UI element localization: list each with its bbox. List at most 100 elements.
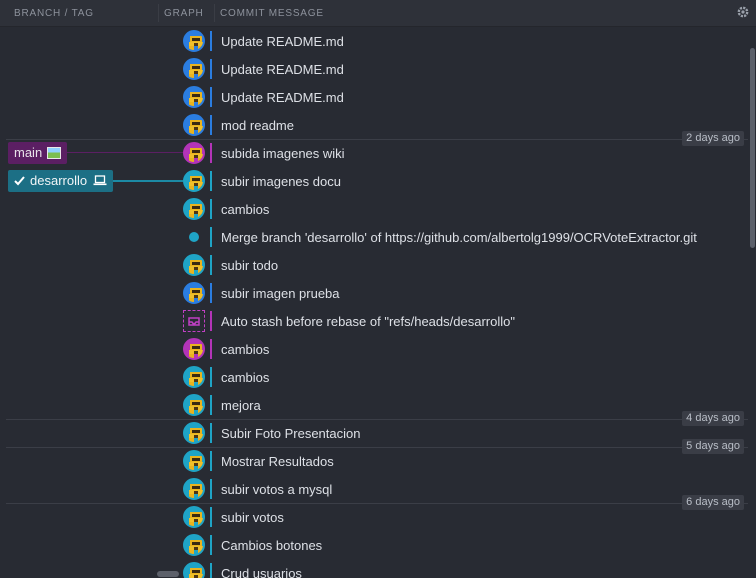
author-avatar[interactable]: [183, 422, 205, 444]
lane-bar: [210, 311, 212, 331]
date-separator: [6, 503, 748, 504]
commit-message: subir imagenes docu: [221, 174, 341, 189]
commit-row[interactable]: mejora: [0, 391, 748, 419]
date-separator: [6, 447, 748, 448]
author-avatar[interactable]: [183, 282, 205, 304]
commit-message: subir todo: [221, 258, 279, 273]
desarrollo-branch-connector: [112, 180, 183, 182]
author-avatar[interactable]: [183, 450, 205, 472]
commit-row[interactable]: subir imagen prueba: [0, 279, 748, 307]
inbox-icon: [188, 317, 200, 326]
main-branch-connector: [66, 152, 183, 153]
commit-row[interactable]: cambios: [0, 335, 748, 363]
branch-name: desarrollo: [30, 173, 88, 188]
vertical-scrollbar[interactable]: [750, 48, 755, 248]
commit-message: Update README.md: [221, 34, 344, 49]
date-label: 5 days ago: [682, 439, 744, 454]
commit-row[interactable]: 4 days ago Subir Foto Presentacion: [0, 411, 748, 447]
column-divider[interactable]: [214, 4, 215, 22]
commit-message: Auto stash before rebase of "refs/heads/…: [221, 314, 515, 329]
commit-row[interactable]: 6 days ago subir votos: [0, 495, 748, 531]
image-icon: [47, 147, 62, 159]
author-avatar[interactable]: [183, 506, 205, 528]
author-avatar[interactable]: [183, 86, 205, 108]
author-avatar[interactable]: [183, 58, 205, 80]
lane-bar: [210, 423, 212, 443]
commit-message: Crud usuarios: [221, 566, 302, 578]
author-avatar[interactable]: [183, 534, 205, 556]
lane-bar: [210, 339, 212, 359]
commit-row[interactable]: Update README.md: [0, 83, 748, 111]
lane-bar: [210, 535, 212, 555]
stash-node[interactable]: [183, 310, 205, 332]
commit-row[interactable]: 5 days ago Mostrar Resultados: [0, 439, 748, 475]
author-avatar[interactable]: [183, 478, 205, 500]
commit-row[interactable]: cambios: [0, 195, 748, 223]
lane-bar: [210, 283, 212, 303]
commit-message: subir votos a mysql: [221, 482, 333, 497]
commit-message: mod readme: [221, 118, 294, 133]
lane-bar: [210, 199, 212, 219]
commit-message: cambios: [221, 202, 270, 217]
author-avatar[interactable]: [183, 114, 205, 136]
author-avatar[interactable]: [183, 338, 205, 360]
commit-message-column-header[interactable]: COMMIT MESSAGE: [220, 8, 324, 19]
author-avatar[interactable]: [183, 394, 205, 416]
date-separator: [6, 419, 748, 420]
author-avatar[interactable]: [183, 254, 205, 276]
author-avatar[interactable]: [183, 30, 205, 52]
commit-message: Update README.md: [221, 90, 344, 105]
commit-row[interactable]: cambios: [0, 363, 748, 391]
commit-row[interactable]: Merge branch 'desarrollo' of https://git…: [0, 223, 748, 251]
column-header: BRANCH / TAG GRAPH COMMIT MESSAGE: [0, 0, 756, 27]
commit-message: Update README.md: [221, 62, 344, 77]
commit-message: cambios: [221, 370, 270, 385]
date-label: 2 days ago: [682, 131, 744, 146]
commit-message: mejora: [221, 398, 261, 413]
commit-message: subir imagen prueba: [221, 286, 340, 301]
check-icon: [14, 176, 25, 186]
gear-icon[interactable]: [736, 5, 750, 19]
lane-bar: [210, 479, 212, 499]
lane-bar: [210, 563, 212, 578]
laptop-icon: [93, 175, 107, 186]
lane-bar: [210, 367, 212, 387]
merge-node[interactable]: [189, 232, 199, 242]
lane-bar: [210, 115, 212, 135]
horizontal-scrollbar[interactable]: [157, 571, 179, 577]
commit-message: Cambios botones: [221, 538, 323, 553]
lane-bar: [210, 171, 212, 191]
commit-message: Merge branch 'desarrollo' of https://git…: [221, 230, 697, 245]
commit-list[interactable]: Update README.md Update README.md Update R…: [0, 27, 748, 578]
lane-bar: [210, 87, 212, 107]
lane-bar: [210, 59, 212, 79]
commit-row[interactable]: Auto stash before rebase of "refs/heads/…: [0, 307, 748, 335]
column-divider[interactable]: [158, 4, 159, 22]
commit-message: subida imagenes wiki: [221, 146, 345, 161]
branch-label-main[interactable]: main: [8, 142, 68, 164]
lane-bar: [210, 255, 212, 275]
commit-row[interactable]: Update README.md: [0, 55, 748, 83]
date-label: 4 days ago: [682, 411, 744, 426]
author-avatar[interactable]: [183, 562, 205, 578]
commit-row[interactable]: Cambios botones: [0, 531, 748, 559]
date-label: 6 days ago: [682, 495, 744, 510]
commit-message: cambios: [221, 342, 270, 357]
graph-column-header[interactable]: GRAPH: [164, 8, 204, 19]
lane-bar: [210, 227, 212, 247]
commit-row[interactable]: mod readme: [0, 111, 748, 139]
branch-label-desarrollo[interactable]: desarrollo: [8, 170, 114, 192]
commit-row[interactable]: subir votos a mysql: [0, 475, 748, 503]
lane-bar: [210, 507, 212, 527]
lane-bar: [210, 395, 212, 415]
lane-bar: [210, 143, 212, 163]
commit-message: subir votos: [221, 510, 284, 525]
branch-tag-column-header[interactable]: BRANCH / TAG: [14, 8, 94, 19]
commit-row[interactable]: Update README.md: [0, 27, 748, 55]
commit-row[interactable]: Crud usuarios: [0, 559, 748, 578]
commit-row[interactable]: subir todo: [0, 251, 748, 279]
commit-message: Mostrar Resultados: [221, 454, 334, 469]
author-avatar[interactable]: [183, 366, 205, 388]
lane-bar: [210, 31, 212, 51]
author-avatar[interactable]: [183, 198, 205, 220]
